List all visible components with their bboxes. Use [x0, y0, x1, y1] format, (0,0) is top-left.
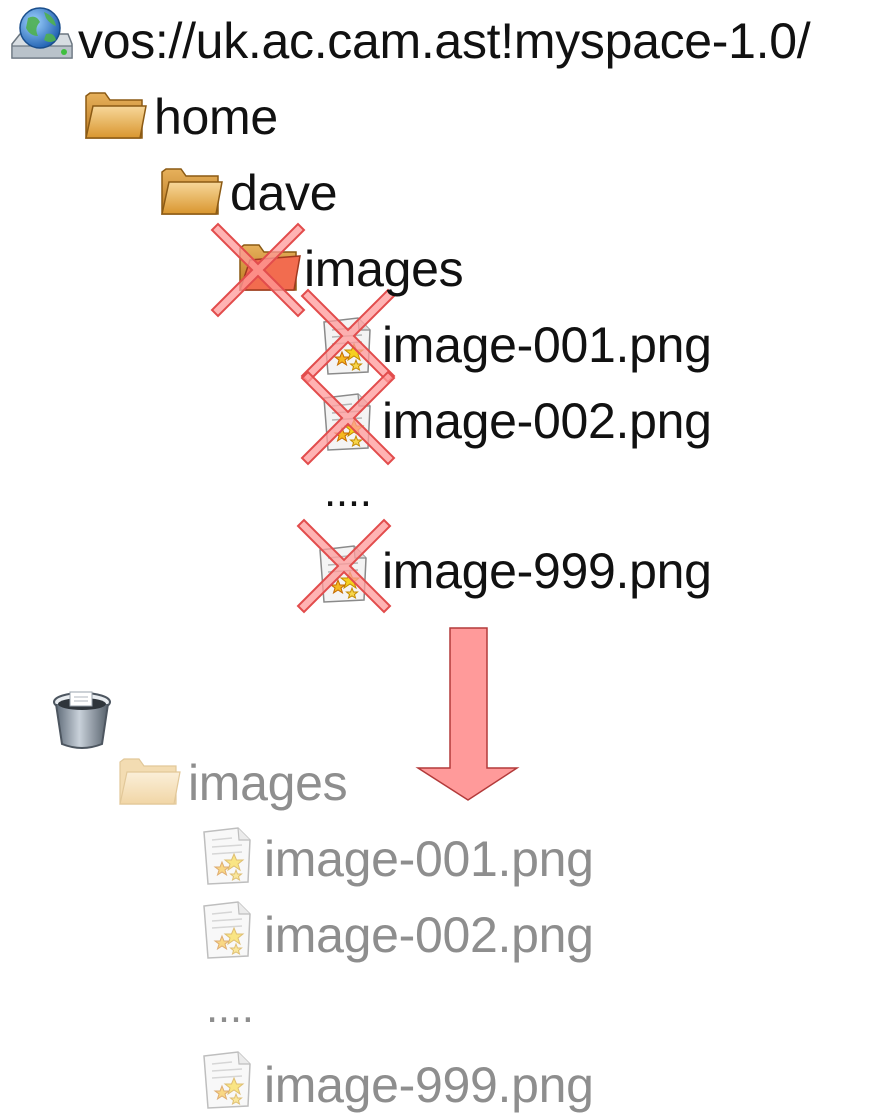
folder-label-home: home [154, 89, 278, 145]
file-label: image-999.png [382, 543, 712, 599]
trash-folder-label-images: images [188, 755, 348, 811]
trash-file-label: image-002.png [264, 907, 594, 963]
network-drive-globe-icon [11, 7, 73, 59]
file-label: image-002.png [382, 393, 712, 449]
folder-icon [119, 758, 181, 805]
ellipsis-label: .... [324, 467, 372, 516]
image-file-icon [204, 1052, 250, 1108]
trash-can-icon [53, 691, 111, 749]
folder-icon [85, 92, 147, 139]
image-file-icon [204, 902, 250, 958]
delete-cross-icon [301, 371, 395, 465]
folder-label-dave: dave [230, 165, 338, 221]
file-label: image-001.png [382, 317, 712, 373]
folder-label-images: images [304, 241, 464, 297]
move-down-arrow [415, 627, 520, 801]
root-path-label: vos://uk.ac.cam.ast!myspace-1.0/ [78, 13, 811, 69]
trash-ellipsis-label: .... [206, 983, 254, 1032]
folder-icon [161, 168, 223, 215]
image-file-icon [204, 828, 250, 884]
trash-file-label: image-999.png [264, 1057, 594, 1113]
trash-file-label: image-001.png [264, 831, 594, 887]
